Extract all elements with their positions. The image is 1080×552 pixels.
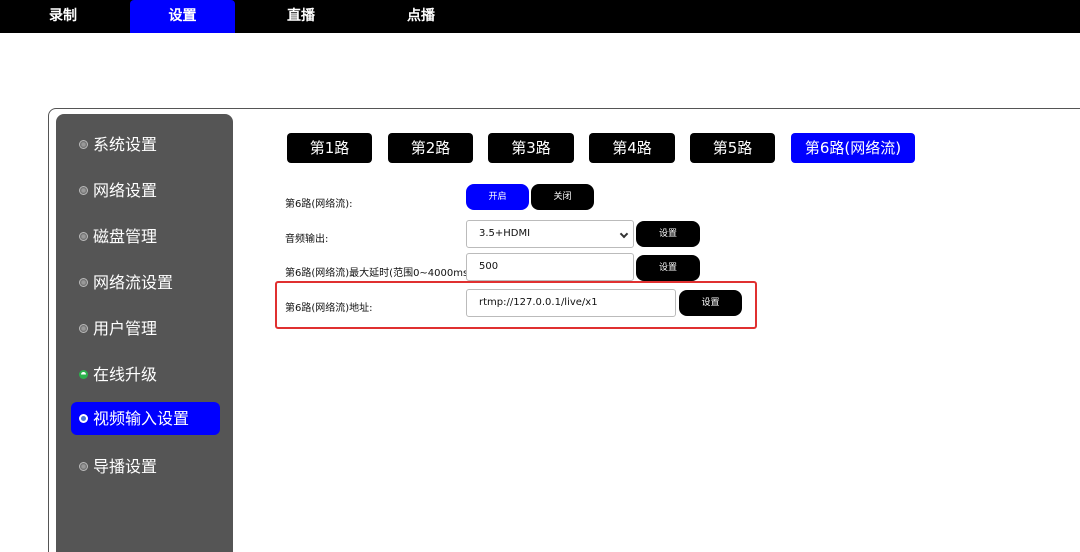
bullet-icon	[79, 324, 88, 333]
stream-address-label: 第6路(网络流)地址:	[285, 303, 373, 314]
sidebar-item-label: 网络设置	[93, 181, 158, 200]
address-set-button[interactable]: 设置	[679, 290, 742, 316]
max-delay-value: 500	[479, 261, 499, 272]
tab-vod[interactable]: 点播	[390, 0, 452, 33]
sidebar-item-system-settings[interactable]: 系统设置	[71, 128, 220, 161]
bullet-icon	[79, 232, 88, 241]
sidebar-item-online-upgrade[interactable]: 在线升级	[71, 358, 220, 391]
enable-off-button[interactable]: 关闭	[531, 184, 594, 210]
audio-output-value: 3.5+HDMI	[479, 228, 531, 239]
chevron-down-icon	[619, 229, 629, 239]
tab-channel-3[interactable]: 第3路	[488, 133, 574, 163]
stream-address-input[interactable]: rtmp://127.0.0.1/live/x1	[466, 289, 676, 317]
stream-address-value: rtmp://127.0.0.1/live/x1	[479, 297, 598, 308]
sidebar-item-network-settings[interactable]: 网络设置	[71, 174, 220, 207]
tab-record[interactable]: 录制	[32, 0, 94, 33]
sidebar-item-director-settings[interactable]: 导播设置	[71, 450, 220, 483]
max-delay-input[interactable]: 500	[466, 253, 634, 281]
sidebar: 系统设置 网络设置 磁盘管理 网络流设置 用户管理 在线升级 视频输入设置 导播…	[56, 114, 233, 552]
tab-channel-5[interactable]: 第5路	[690, 133, 775, 163]
sidebar-item-label: 在线升级	[93, 365, 158, 384]
tab-channel-6-stream[interactable]: 第6路(网络流)	[791, 133, 915, 163]
bullet-icon	[79, 414, 88, 423]
bullet-icon	[79, 462, 88, 471]
tab-channel-1[interactable]: 第1路	[287, 133, 372, 163]
tab-live[interactable]: 直播	[270, 0, 332, 33]
bullet-icon	[79, 186, 88, 195]
refresh-icon	[79, 370, 88, 379]
audio-output-label: 音频输出:	[285, 234, 329, 245]
stream-enable-label: 第6路(网络流):	[285, 199, 353, 210]
tab-channel-4[interactable]: 第4路	[589, 133, 675, 163]
sidebar-item-user-management[interactable]: 用户管理	[71, 312, 220, 345]
enable-on-button[interactable]: 开启	[466, 184, 529, 210]
tab-settings[interactable]: 设置	[130, 0, 235, 33]
bullet-icon	[79, 278, 88, 287]
sidebar-item-video-input-settings[interactable]: 视频输入设置	[71, 402, 220, 435]
audio-output-select[interactable]: 3.5+HDMI	[466, 220, 634, 248]
sidebar-item-label: 用户管理	[93, 319, 158, 338]
tab-channel-2[interactable]: 第2路	[388, 133, 473, 163]
top-nav-bar: 录制 设置 直播 点播	[0, 0, 1080, 33]
sidebar-item-label: 网络流设置	[93, 273, 174, 292]
audio-set-button[interactable]: 设置	[636, 221, 700, 247]
max-delay-label: 第6路(网络流)最大延时(范围0~4000ms)	[285, 268, 473, 279]
sidebar-item-label: 磁盘管理	[93, 227, 158, 246]
delay-set-button[interactable]: 设置	[636, 255, 700, 281]
sidebar-item-disk-management[interactable]: 磁盘管理	[71, 220, 220, 253]
sidebar-item-label: 导播设置	[93, 457, 158, 476]
sidebar-item-label: 系统设置	[93, 135, 158, 154]
sidebar-item-label: 视频输入设置	[93, 409, 190, 428]
bullet-icon	[79, 140, 88, 149]
sidebar-item-stream-settings[interactable]: 网络流设置	[71, 266, 220, 299]
